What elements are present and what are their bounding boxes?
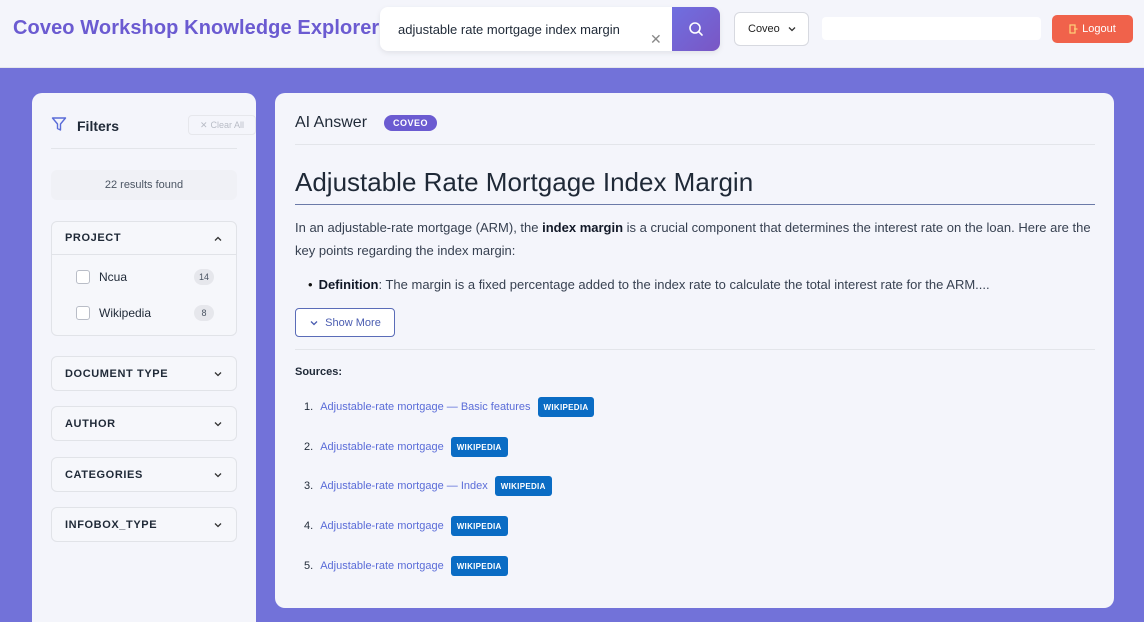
facet-label: CATEGORIES bbox=[65, 468, 143, 481]
checkbox[interactable] bbox=[76, 270, 90, 284]
organization-select-value: Coveo bbox=[748, 23, 780, 35]
facet-label: PROJECT bbox=[65, 232, 122, 244]
organization-select[interactable]: Coveo bbox=[734, 12, 809, 46]
search-bar: ✕ bbox=[380, 7, 720, 51]
facet-author: AUTHOR bbox=[51, 406, 237, 441]
sources-label: Sources: bbox=[295, 366, 343, 378]
coveo-badge: COVEO bbox=[384, 115, 438, 131]
facet-value-label: Wikipedia bbox=[99, 306, 152, 320]
facet-value-count: 14 bbox=[193, 269, 214, 285]
logout-icon bbox=[1069, 24, 1078, 34]
ai-answer-title: AI Answer bbox=[295, 114, 368, 131]
source-badge: WIKIPEDIA bbox=[450, 437, 508, 457]
source-number: 1. bbox=[304, 401, 314, 413]
source-link[interactable]: Adjustable-rate mortgage — Index bbox=[320, 480, 488, 492]
facet-label: INFOBOX_TYPE bbox=[65, 518, 158, 531]
filter-icon bbox=[51, 117, 67, 131]
source-number: 2. bbox=[304, 441, 314, 453]
chevron-up-icon bbox=[214, 236, 222, 241]
filters-title: Filters bbox=[77, 118, 120, 134]
facet-infobox-type: INFOBOX_TYPE bbox=[51, 507, 237, 542]
source-number: 5. bbox=[304, 560, 314, 572]
bullet-text: : The margin is a fixed percentage added… bbox=[378, 277, 990, 292]
facet-header-author[interactable]: AUTHOR bbox=[52, 407, 236, 440]
logout-label: Logout bbox=[1082, 23, 1116, 35]
source-number: 4. bbox=[304, 520, 314, 532]
clear-all-button[interactable]: ✕ Clear All bbox=[188, 115, 256, 135]
header-blank-field bbox=[822, 17, 1041, 40]
source-item: 3. Adjustable-rate mortgage — Index WIKI… bbox=[304, 475, 552, 497]
facet-label: AUTHOR bbox=[65, 417, 116, 430]
logout-button[interactable]: Logout bbox=[1052, 15, 1133, 43]
source-link[interactable]: Adjustable-rate mortgage bbox=[320, 441, 444, 453]
facet-header-infobox-type[interactable]: INFOBOX_TYPE bbox=[52, 508, 236, 541]
ai-answer-header: AI Answer COVEO bbox=[295, 113, 1095, 145]
source-item: 5. Adjustable-rate mortgage WIKIPEDIA bbox=[304, 555, 508, 577]
facet-value-label: Ncua bbox=[99, 270, 128, 284]
facet-header-categories[interactable]: CATEGORIES bbox=[52, 458, 236, 491]
source-item: 4. Adjustable-rate mortgage WIKIPEDIA bbox=[304, 515, 508, 537]
source-item: 2. Adjustable-rate mortgage WIKIPEDIA bbox=[304, 436, 508, 458]
source-badge: WIKIPEDIA bbox=[537, 397, 595, 417]
app-title: Coveo Workshop Knowledge Explorer bbox=[13, 17, 380, 39]
facet-label: DOCUMENT TYPE bbox=[65, 367, 169, 380]
checkbox[interactable] bbox=[76, 306, 90, 320]
facet-header-document-type[interactable]: DOCUMENT TYPE bbox=[52, 357, 236, 390]
search-button[interactable] bbox=[672, 7, 720, 51]
answer-bold-text: index margin bbox=[542, 220, 624, 235]
filters-sidebar: Filters ✕ Clear All 22 results found PRO… bbox=[32, 93, 256, 622]
answer-text: In an adjustable-rate mortgage (ARM), th… bbox=[295, 220, 543, 235]
source-link[interactable]: Adjustable-rate mortgage bbox=[320, 560, 444, 572]
source-link[interactable]: Adjustable-rate mortgage — Basic feature… bbox=[320, 401, 530, 413]
source-badge: WIKIPEDIA bbox=[450, 556, 508, 576]
ai-answer-panel: AI Answer COVEO Adjustable Rate Mortgage… bbox=[275, 93, 1114, 608]
facet-header-project[interactable]: PROJECT bbox=[52, 222, 236, 255]
answer-heading: Adjustable Rate Mortgage Index Margin bbox=[295, 167, 1095, 205]
facet-value-wikipedia[interactable]: Wikipedia 8 bbox=[52, 295, 236, 331]
source-item: 1. Adjustable-rate mortgage — Basic feat… bbox=[304, 396, 595, 418]
facet-categories: CATEGORIES bbox=[51, 457, 237, 492]
search-icon bbox=[689, 22, 703, 36]
source-link[interactable]: Adjustable-rate mortgage bbox=[320, 520, 444, 532]
results-count: 22 results found bbox=[51, 170, 237, 200]
source-badge: WIKIPEDIA bbox=[494, 476, 552, 496]
filters-header: Filters ✕ Clear All bbox=[51, 115, 256, 149]
facet-value-ncua[interactable]: Ncua 14 bbox=[52, 259, 236, 295]
chevron-down-icon bbox=[214, 473, 222, 478]
clear-all-label: Clear All bbox=[210, 120, 245, 130]
chevron-down-icon bbox=[788, 27, 796, 32]
source-number: 3. bbox=[304, 480, 314, 492]
answer-paragraph: In an adjustable-rate mortgage (ARM), th… bbox=[295, 216, 1095, 262]
facet-project: PROJECT Ncua 14 Wikipedia 8 bbox=[51, 221, 237, 336]
source-badge: WIKIPEDIA bbox=[450, 516, 508, 536]
divider bbox=[295, 349, 1095, 350]
chevron-down-icon bbox=[310, 320, 318, 325]
facet-value-count: 8 bbox=[194, 305, 214, 321]
answer-bullet: • Definition: The margin is a fixed perce… bbox=[308, 273, 1088, 296]
facet-document-type: DOCUMENT TYPE bbox=[51, 356, 237, 391]
show-more-label: Show More bbox=[325, 316, 381, 329]
close-icon: ✕ bbox=[199, 119, 208, 130]
chevron-down-icon bbox=[214, 523, 222, 528]
search-input[interactable] bbox=[380, 7, 672, 51]
clear-search-icon[interactable]: ✕ bbox=[650, 32, 662, 46]
chevron-down-icon bbox=[214, 372, 222, 377]
bullet-dot: • bbox=[308, 277, 313, 292]
top-header: Coveo Workshop Knowledge Explorer ✕ Cove… bbox=[0, 0, 1144, 68]
chevron-down-icon bbox=[214, 422, 222, 427]
show-more-button[interactable]: Show More bbox=[295, 308, 395, 337]
bullet-bold-text: Definition bbox=[318, 277, 379, 292]
